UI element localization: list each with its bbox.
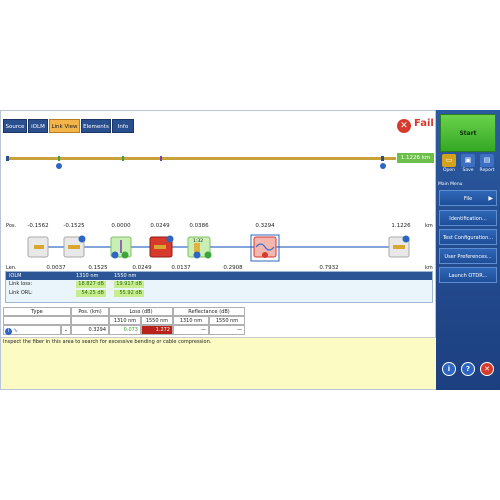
event-position: 0.0249	[150, 223, 170, 229]
link-loss-label: Link loss:	[9, 281, 33, 287]
macrobend-icon: ∿	[13, 327, 19, 334]
menu-file-label: File	[463, 196, 473, 202]
connector-end-icon[interactable]	[388, 235, 410, 258]
folder-open-icon: ▭	[442, 154, 456, 167]
link-loss-1550: 19.917 dB	[114, 281, 144, 288]
event-loss-1310: 0.073	[109, 325, 141, 335]
event-loss-1550: 1.272	[141, 325, 173, 335]
summary-title: iOLM	[9, 273, 22, 279]
overview-start-marker	[6, 156, 9, 161]
main-menu-title: Main Menu	[438, 182, 463, 187]
loss-1310-subheader: 1310 nm	[109, 316, 141, 325]
event-type-select[interactable]: i ∿	[3, 325, 61, 335]
overview-end-marker	[381, 156, 384, 161]
tab-iolm[interactable]: iOLM	[28, 119, 48, 133]
link-summary-table: iOLM 1310 nm 1550 nm Link loss: 18.827 d…	[5, 271, 433, 303]
report-icon: ▤	[480, 154, 494, 167]
tab-elements[interactable]: Elements	[81, 119, 111, 133]
connector-launch-icon[interactable]	[27, 236, 49, 258]
save-label: Save	[462, 168, 474, 173]
open-label: Open	[442, 168, 456, 173]
connector-icon[interactable]	[63, 235, 86, 258]
event-position: 0.0386	[189, 223, 209, 229]
overview-marker	[122, 156, 124, 161]
chevron-down-icon[interactable]: ⌄	[61, 325, 71, 335]
menu-test-configuration[interactable]: Test Configuration...	[439, 229, 497, 245]
col-loss: Loss (dB)	[109, 307, 173, 316]
overview-marker	[160, 156, 162, 161]
open-button[interactable]: ▭ Open	[440, 154, 458, 178]
report-label: Report	[479, 168, 495, 173]
event-position-value: 0.3294	[71, 325, 109, 335]
help-icon[interactable]: ?	[461, 362, 475, 376]
fail-x-icon: ✕	[397, 119, 411, 133]
col-1310: 1310 nm	[76, 273, 99, 279]
splitter-1x32-pass-icon[interactable]: 1:32	[187, 236, 212, 259]
save-button[interactable]: ▣ Save	[459, 154, 477, 178]
splice-pass-icon[interactable]	[110, 236, 132, 259]
tab-source[interactable]: Source	[3, 119, 27, 133]
tab-bar: Source iOLM Link View Elements Info ✕ Fa…	[1, 117, 437, 135]
exit-icon[interactable]: ✕	[480, 362, 494, 376]
event-refl-1310: —	[173, 325, 209, 335]
event-position: 1.1226	[391, 223, 411, 229]
menu-identification[interactable]: Identification...	[439, 210, 497, 226]
triangle-right-icon: ▶	[488, 195, 493, 202]
col-type: Type	[3, 307, 71, 316]
app-window: Source iOLM Link View Elements Info ✕ Fa…	[0, 110, 500, 390]
col-reflectance: Reflectance (dB)	[173, 307, 245, 316]
refl-1550-subheader: 1550 nm	[209, 316, 245, 325]
info-icon[interactable]: i	[442, 362, 456, 376]
pos-label: Pos.	[6, 223, 17, 229]
event-refl-1550: —	[209, 325, 245, 335]
save-icon: ▣	[461, 154, 475, 167]
right-sidebar: Start ▭ Open ▣ Save ▤ Report Main Menu F…	[436, 110, 500, 390]
pos-subheader	[71, 316, 109, 325]
event-position: 0.0000	[111, 223, 131, 229]
tab-link-view[interactable]: Link View	[49, 119, 80, 133]
main-panel: Source iOLM Link View Elements Info ✕ Fa…	[0, 110, 437, 390]
refl-1310-subheader: 1310 nm	[173, 316, 209, 325]
summary-header: iOLM 1310 nm 1550 nm	[6, 272, 432, 280]
col-1550: 1550 nm	[114, 273, 137, 279]
link-overview-bar[interactable]	[1, 141, 437, 181]
pos-unit: km	[425, 223, 433, 229]
event-position: 0.3294	[255, 223, 275, 229]
col-pos: Pos. (km)	[71, 307, 109, 316]
diagnostic-comment: Inspect the fiber in this area to search…	[1, 337, 437, 389]
status-text: Fail	[414, 118, 434, 129]
link-loss-1310: 18.827 dB	[76, 281, 106, 288]
type-subheader	[3, 316, 71, 325]
event-position: -0.1525	[63, 223, 85, 229]
menu-file[interactable]: File ▶	[439, 190, 497, 206]
event-position: -0.1562	[27, 223, 49, 229]
overview-marker	[58, 156, 60, 161]
start-button[interactable]: Start	[440, 114, 496, 152]
macrobend-fail-icon[interactable]	[250, 234, 280, 262]
menu-launch-otdr[interactable]: Launch OTDR...	[439, 267, 497, 283]
menu-user-preferences[interactable]: User Preferences...	[439, 248, 497, 264]
link-orl-1550: 55.92 dB	[114, 290, 144, 297]
fail-status: ✕ Fail	[397, 117, 437, 135]
link-orl-label: Link ORL:	[9, 290, 33, 296]
overview-fiber-line	[6, 157, 396, 160]
loss-1550-subheader: 1550 nm	[141, 316, 173, 325]
connector-fail-icon[interactable]	[149, 235, 174, 258]
total-length-badge: 1.1226 km	[397, 153, 434, 163]
link-orl-1310: 54.25 dB	[76, 290, 106, 297]
splitter-ratio: 1:32	[193, 238, 203, 244]
overview-end-flag-icon[interactable]	[380, 163, 386, 169]
tab-info[interactable]: Info	[112, 119, 134, 133]
info-marker-icon: i	[5, 328, 12, 335]
overview-start-flag-icon[interactable]	[56, 163, 62, 169]
report-button[interactable]: ▤ Report	[478, 154, 496, 178]
event-diagram: 1:32	[27, 234, 410, 262]
